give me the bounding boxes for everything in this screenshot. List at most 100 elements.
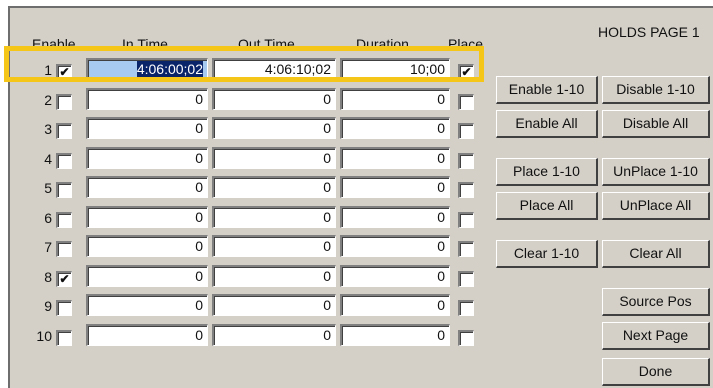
in-time-field[interactable]: 0 — [86, 88, 208, 110]
clear-all-button[interactable]: Clear All — [602, 240, 710, 268]
in-time-field[interactable]: 4:06:00;02 — [86, 58, 208, 80]
duration-field[interactable]: 0 — [340, 235, 450, 257]
place-checkbox[interactable] — [458, 271, 474, 287]
in-time-value: 0 — [195, 238, 203, 254]
enable-1-10-button[interactable]: Enable 1-10 — [496, 76, 598, 104]
row-number: 3 — [44, 121, 52, 137]
out-time-field[interactable]: 0 — [212, 88, 336, 110]
place-checkbox[interactable] — [458, 153, 474, 169]
enable-checkbox[interactable]: ✔ — [56, 64, 72, 80]
table-row: 8 ✔ 0 0 0 — [10, 263, 510, 293]
duration-field[interactable]: 0 — [340, 265, 450, 287]
row-number: 1 — [44, 62, 52, 78]
place-checkbox[interactable] — [458, 330, 474, 346]
in-time-field[interactable]: 0 — [86, 324, 208, 346]
place-checkbox[interactable] — [458, 182, 474, 198]
row-number: 8 — [44, 269, 52, 285]
in-time-value: 0 — [195, 91, 203, 107]
out-time-field[interactable]: 4:06:10;02 — [212, 58, 336, 80]
holds-panel: Enable In Time Out Time Duration Place H… — [8, 6, 713, 388]
out-time-field[interactable]: 0 — [212, 265, 336, 287]
next-page-button[interactable]: Next Page — [602, 322, 710, 350]
header-place: Place — [448, 36, 484, 52]
in-time-value: 0 — [195, 327, 203, 343]
place-checkbox[interactable] — [458, 123, 474, 139]
in-time-field[interactable]: 0 — [86, 206, 208, 228]
unplace-1-10-button[interactable]: UnPlace 1-10 — [602, 158, 710, 186]
place-checkbox[interactable]: ✔ — [458, 64, 474, 80]
table-row: 6000 — [10, 204, 510, 234]
row-number: 5 — [44, 180, 52, 196]
duration-field[interactable]: 0 — [340, 147, 450, 169]
row-number: 10 — [36, 328, 52, 344]
enable-checkbox[interactable]: ✔ — [56, 271, 72, 287]
in-time-field[interactable]: 0 — [86, 176, 208, 198]
enable-all-button[interactable]: Enable All — [496, 110, 598, 138]
row-number: 2 — [44, 92, 52, 108]
in-time-field[interactable]: 0 — [86, 235, 208, 257]
place-all-button[interactable]: Place All — [496, 192, 598, 220]
out-time-field[interactable]: 0 — [212, 206, 336, 228]
table-row: 3000 — [10, 115, 510, 145]
disable-all-button[interactable]: Disable All — [602, 110, 710, 138]
place-checkbox[interactable] — [458, 94, 474, 110]
duration-field[interactable]: 0 — [340, 206, 450, 228]
in-time-field[interactable]: 0 — [86, 147, 208, 169]
enable-checkbox[interactable] — [56, 212, 72, 228]
done-button[interactable]: Done — [602, 358, 710, 386]
in-time-value: 0 — [195, 209, 203, 225]
enable-checkbox[interactable] — [56, 330, 72, 346]
place-checkbox[interactable] — [458, 212, 474, 228]
disable-1-10-button[interactable]: Disable 1-10 — [602, 76, 710, 104]
enable-checkbox[interactable] — [56, 300, 72, 316]
place-checkbox[interactable] — [458, 241, 474, 257]
out-time-field[interactable]: 0 — [212, 235, 336, 257]
page-title: HOLDS PAGE 1 — [598, 24, 700, 40]
enable-checkbox[interactable] — [56, 153, 72, 169]
enable-checkbox[interactable] — [56, 123, 72, 139]
header-in-time: In Time — [122, 36, 168, 52]
source-pos-button[interactable]: Source Pos — [602, 288, 710, 316]
in-time-value: 0 — [195, 179, 203, 195]
row-number: 4 — [44, 151, 52, 167]
out-time-field[interactable]: 0 — [212, 117, 336, 139]
table-row: 9000 — [10, 292, 510, 322]
table-row: 1 ✔ 4:06:00;02 4:06:10;02 10;00 ✔ — [10, 56, 510, 86]
header-enable: Enable — [32, 36, 76, 52]
in-time-value: 0 — [195, 120, 203, 136]
place-checkbox[interactable] — [458, 300, 474, 316]
table-row: 10 0 0 0 — [10, 322, 510, 352]
out-time-field[interactable]: 0 — [212, 147, 336, 169]
unplace-all-button[interactable]: UnPlace All — [602, 192, 710, 220]
in-time-value: 0 — [195, 297, 203, 313]
row-number: 6 — [44, 210, 52, 226]
out-time-field[interactable]: 0 — [212, 324, 336, 346]
duration-field[interactable]: 0 — [340, 324, 450, 346]
enable-checkbox[interactable] — [56, 94, 72, 110]
out-time-field[interactable]: 0 — [212, 294, 336, 316]
header-duration: Duration — [356, 36, 409, 52]
enable-checkbox[interactable] — [56, 241, 72, 257]
in-time-field[interactable]: 0 — [86, 294, 208, 316]
row-number: 7 — [44, 239, 52, 255]
in-time-field[interactable]: 0 — [86, 117, 208, 139]
row-number: 9 — [44, 298, 52, 314]
in-time-value: 4:06:00;02 — [136, 61, 203, 77]
in-time-value: 0 — [195, 150, 203, 166]
header-out-time: Out Time — [238, 36, 295, 52]
duration-field[interactable]: 0 — [340, 294, 450, 316]
table-row: 5000 — [10, 174, 510, 204]
duration-field[interactable]: 10;00 — [340, 58, 450, 80]
in-time-field[interactable]: 0 — [86, 265, 208, 287]
out-time-field[interactable]: 0 — [212, 176, 336, 198]
table-row: 7000 — [10, 233, 510, 263]
duration-field[interactable]: 0 — [340, 88, 450, 110]
in-time-value: 0 — [195, 268, 203, 284]
table-row: 4000 — [10, 145, 510, 175]
duration-field[interactable]: 0 — [340, 176, 450, 198]
duration-field[interactable]: 0 — [340, 117, 450, 139]
table-row: 2000 — [10, 86, 510, 116]
place-1-10-button[interactable]: Place 1-10 — [496, 158, 598, 186]
enable-checkbox[interactable] — [56, 182, 72, 198]
clear-1-10-button[interactable]: Clear 1-10 — [496, 240, 598, 268]
